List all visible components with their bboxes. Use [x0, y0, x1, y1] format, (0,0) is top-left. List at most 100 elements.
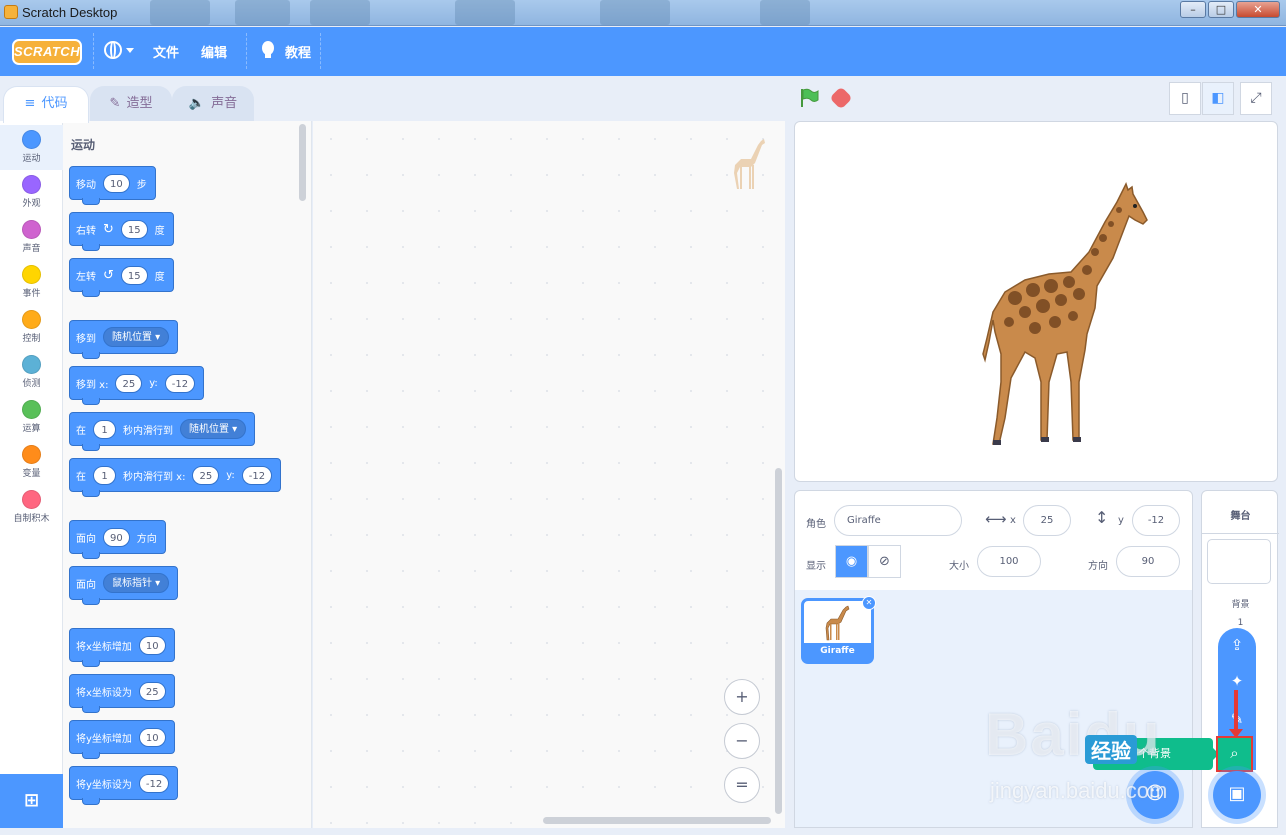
block-set-y[interactable]: 将y坐标设为 -12: [69, 766, 179, 805]
menu-edit[interactable]: 编辑: [201, 42, 227, 61]
block-point-towards[interactable]: 面向 鼠标指针 ▾: [69, 566, 179, 605]
add-extension-button[interactable]: ⊞: [0, 774, 63, 828]
menu-divider: [246, 33, 247, 69]
fullscreen-button[interactable]: ⤢: [1240, 82, 1272, 115]
globe-icon[interactable]: [104, 41, 122, 59]
minimize-button[interactable]: –: [1180, 1, 1206, 18]
menu-file[interactable]: 文件: [153, 42, 179, 61]
category-looks[interactable]: 外观: [0, 170, 63, 215]
menu-divider: [93, 33, 94, 69]
category-dot: [22, 355, 41, 374]
rotate-left-icon: ↺: [103, 267, 114, 283]
zoom-in-button[interactable]: +: [724, 679, 760, 715]
block-input[interactable]: 1: [93, 465, 116, 485]
fullscreen-icon: ⤢: [1250, 90, 1262, 106]
block-goto-xy[interactable]: 移到 x: 25 y: -12: [69, 366, 205, 405]
category-control[interactable]: 控制: [0, 305, 63, 350]
sprite-tile-giraffe[interactable]: Giraffe ✕: [801, 596, 876, 664]
menu-bar: SCRATCH 文件 编辑 教程: [0, 27, 1286, 76]
stage-canvas[interactable]: [794, 121, 1278, 482]
normal-stage-button[interactable]: ◧: [1202, 82, 1234, 115]
add-backdrop-button[interactable]: ▣: [1213, 771, 1261, 819]
block-goto[interactable]: 移到 随机位置 ▾: [69, 320, 179, 359]
upload-icon[interactable]: ⇪: [1218, 636, 1256, 654]
palette-heading: 运动: [71, 138, 96, 152]
rotate-right-icon: ↻: [103, 221, 114, 237]
block-set-x[interactable]: 将x坐标设为 25: [69, 674, 175, 713]
block-input[interactable]: 10: [138, 727, 166, 747]
palette-scrollbar[interactable]: [299, 124, 306, 201]
tab-code[interactable]: ≡ 代码: [3, 86, 89, 123]
direction-input[interactable]: 90: [1116, 546, 1180, 577]
block-input[interactable]: -12: [241, 465, 273, 485]
block-turn-left[interactable]: 左转 ↺ 15 度: [69, 258, 174, 297]
menu-tutorials[interactable]: 教程: [285, 42, 311, 61]
block-dropdown[interactable]: 随机位置 ▾: [103, 327, 170, 347]
block-input[interactable]: 10: [138, 635, 166, 655]
script-area[interactable]: [313, 121, 785, 828]
x-input[interactable]: 25: [1023, 505, 1071, 536]
giraffe-sprite[interactable]: [975, 182, 1150, 452]
block-input[interactable]: 15: [120, 219, 148, 239]
block-input[interactable]: 10: [103, 173, 130, 193]
category-events[interactable]: 事件: [0, 260, 63, 305]
block-input[interactable]: 15: [120, 265, 148, 285]
maximize-button[interactable]: □: [1208, 1, 1234, 18]
choose-backdrop-button[interactable]: ⌕: [1216, 736, 1253, 772]
sprite-name-label: 角色: [806, 519, 826, 530]
block-glide-xy[interactable]: 在 1 秒内滑行到 x: 25 y: -12: [69, 458, 282, 497]
zoom-out-button[interactable]: −: [724, 723, 760, 759]
block-dropdown[interactable]: 随机位置 ▾: [180, 419, 247, 439]
y-input[interactable]: -12: [1132, 505, 1180, 536]
chevron-down-icon: [126, 48, 134, 53]
small-stage-icon: ▯: [1181, 90, 1189, 106]
category-sound[interactable]: 声音: [0, 215, 63, 260]
block-input[interactable]: 25: [192, 465, 220, 485]
window-titlebar: Scratch Desktop – □ ✕: [0, 0, 1286, 26]
size-input[interactable]: 100: [977, 546, 1041, 577]
show-sprite-button[interactable]: ◉: [835, 545, 868, 578]
surprise-icon[interactable]: ✦: [1218, 672, 1256, 690]
block-input[interactable]: 1: [93, 419, 116, 439]
block-point-direction[interactable]: 面向 90 方向: [69, 520, 166, 559]
block-glide-to[interactable]: 在 1 秒内滑行到 随机位置 ▾: [69, 412, 256, 451]
script-scrollbar-horizontal[interactable]: [543, 817, 771, 824]
delete-sprite-icon[interactable]: ✕: [862, 596, 876, 610]
tab-costumes[interactable]: ✎ 造型: [90, 86, 172, 122]
window-title: Scratch Desktop: [22, 5, 118, 20]
hide-sprite-button[interactable]: ⊘: [868, 545, 901, 578]
speaker-icon: 🔈: [188, 96, 206, 111]
block-input[interactable]: 90: [103, 527, 130, 547]
show-label: 显示: [806, 561, 826, 572]
sprite-name-input[interactable]: Giraffe: [834, 505, 962, 536]
category-dot: [22, 310, 41, 329]
category-variables[interactable]: 变量: [0, 440, 63, 485]
annotation-arrow: [1229, 690, 1243, 738]
zoom-reset-button[interactable]: =: [724, 767, 760, 803]
small-stage-button[interactable]: ▯: [1169, 82, 1201, 115]
block-turn-right[interactable]: 右转 ↻ 15 度: [69, 212, 174, 251]
category-motion[interactable]: 运动: [0, 125, 63, 170]
block-input[interactable]: -12: [138, 773, 170, 793]
block-input[interactable]: -12: [164, 373, 196, 393]
backdrop-thumbnail[interactable]: [1207, 539, 1271, 584]
close-button[interactable]: ✕: [1236, 1, 1280, 18]
green-flag-icon[interactable]: [799, 88, 819, 108]
category-dot: [22, 220, 41, 239]
block-input[interactable]: 25: [115, 373, 143, 393]
block-move-steps[interactable]: 移动 10 步: [69, 166, 156, 205]
brush-icon: ✎: [109, 96, 121, 111]
category-operators[interactable]: 运算: [0, 395, 63, 440]
block-change-x[interactable]: 将x坐标增加 10: [69, 628, 175, 667]
block-dropdown[interactable]: 鼠标指针 ▾: [103, 573, 170, 593]
scratch-logo[interactable]: SCRATCH: [12, 39, 82, 65]
menu-divider: [320, 33, 321, 69]
zoom-reset-icon: =: [735, 775, 749, 794]
tab-sounds[interactable]: 🔈 声音: [172, 86, 254, 122]
script-scrollbar-vertical[interactable]: [775, 468, 782, 814]
block-input[interactable]: 25: [138, 681, 166, 701]
category-sensing[interactable]: 侦测: [0, 350, 63, 395]
editor-tabs: ≡ 代码 ✎ 造型 🔈 声音: [0, 76, 785, 123]
block-change-y[interactable]: 将y坐标增加 10: [69, 720, 175, 759]
category-my-blocks[interactable]: 自制积木: [0, 485, 63, 530]
